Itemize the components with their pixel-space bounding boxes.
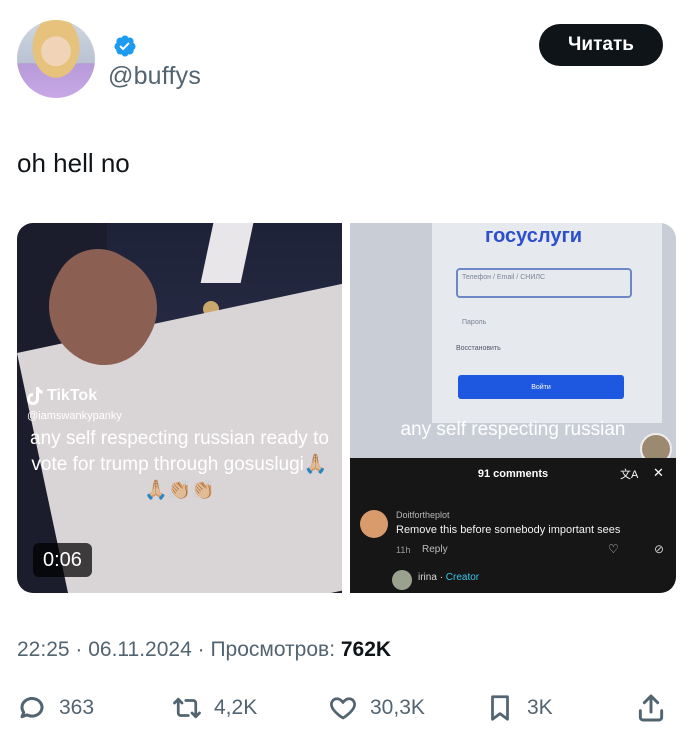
heart-icon xyxy=(330,697,356,720)
read-button[interactable]: Читать xyxy=(539,24,663,66)
tweet-time[interactable]: 22:25 xyxy=(17,638,70,661)
share-icon[interactable] xyxy=(635,692,667,724)
author-handle[interactable]: @buffys xyxy=(108,62,201,91)
tweet-media[interactable]: TikTok @iamswankypanky any self respecti… xyxy=(17,223,676,593)
second-commenter-name: irina xyxy=(418,572,437,583)
heart-icon: ♡ xyxy=(608,542,619,556)
like-button[interactable]: 30,3K xyxy=(328,693,425,723)
commenter-avatar xyxy=(360,510,388,538)
tweet-text: oh hell no xyxy=(17,148,130,178)
tweet-meta: 22:25 · 06.11.2024 · Просмотров: 762K xyxy=(17,638,392,661)
repost-icon xyxy=(173,697,201,719)
repost-count: 4,2K xyxy=(214,696,258,719)
video-thumbnail[interactable]: TikTok @iamswankypanky any self respecti… xyxy=(17,223,342,593)
verified-badge-icon xyxy=(114,35,136,57)
like-count: 30,3K xyxy=(370,696,425,719)
video-duration: 0:06 xyxy=(33,543,92,577)
gosuslugi-title: госуслуги xyxy=(485,225,583,247)
comment-reply: Reply xyxy=(422,544,448,555)
gosuslugi-restore-link: Восстановить xyxy=(456,345,501,352)
tweet-date[interactable]: 06.11.2024 xyxy=(88,638,192,661)
video-caption: any self respecting russian ready to vot… xyxy=(30,428,329,501)
reply-count: 363 xyxy=(59,696,95,719)
tiktok-logo-text: TikTok xyxy=(47,387,98,404)
dislike-icon: ⊘ xyxy=(654,542,665,556)
bookmark-button[interactable]: 3K xyxy=(485,693,553,723)
tiktok-username: @iamswankypanky xyxy=(27,410,122,422)
tiktok-icon xyxy=(27,387,43,405)
profile-avatar[interactable] xyxy=(17,20,95,98)
commenter-name: Doitfortheplot xyxy=(396,510,450,520)
views-label: Просмотров: xyxy=(210,638,336,661)
comment-time: 11h xyxy=(396,545,411,555)
screenshot-caption: any self respecting russian xyxy=(400,419,626,440)
screenshot-image[interactable]: госуслуги Телефон / Email / СНИЛС Пароль… xyxy=(350,223,676,593)
gosuslugi-password-label: Пароль xyxy=(462,319,487,326)
comment-text: Remove this before somebody important se… xyxy=(396,524,621,536)
reply-button[interactable]: 363 xyxy=(17,693,94,723)
comments-panel: 91 comments 文A ✕ Doitfortheplot Remove t… xyxy=(350,458,676,593)
bookmark-count: 3K xyxy=(527,696,553,719)
tiktok-logo: TikTok xyxy=(27,387,97,405)
close-icon: ✕ xyxy=(653,465,664,480)
views-count: 762K xyxy=(340,638,392,661)
gosuslugi-login-button: Войти xyxy=(458,375,624,399)
repost-button[interactable]: 4,2K xyxy=(172,693,257,723)
bookmark-icon xyxy=(491,695,509,721)
gosuslugi-login-field: Телефон / Email / СНИЛС xyxy=(456,268,632,298)
translate-icon: 文A xyxy=(620,469,639,481)
second-commenter: irina · Creator xyxy=(418,572,480,583)
reply-icon xyxy=(20,697,44,719)
creator-badge: Creator xyxy=(445,572,480,583)
commenter-avatar xyxy=(392,570,412,590)
